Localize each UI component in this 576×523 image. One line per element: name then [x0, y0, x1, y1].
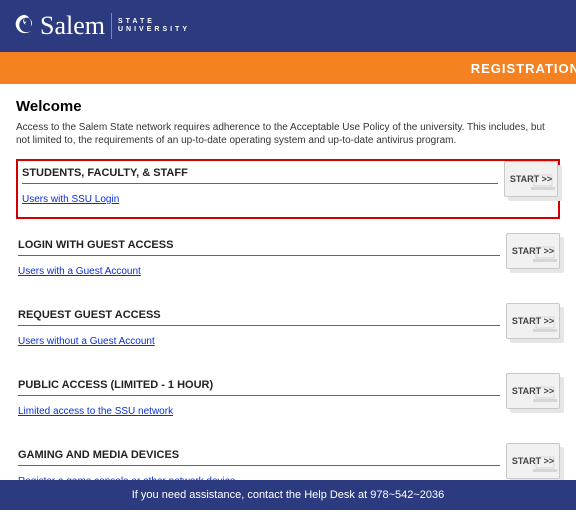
option-link-request-guest[interactable]: Users without a Guest Account — [18, 336, 155, 347]
start-button[interactable]: START >> — [506, 373, 560, 409]
laptop-icon — [533, 456, 557, 476]
start-button[interactable]: START >> — [504, 161, 558, 197]
option-students-faculty-staff: STUDENTS, FACULTY, & STAFF Users with SS… — [16, 159, 560, 219]
site-header: Salem STATE UNIVERSITY — [0, 0, 576, 52]
start-button[interactable]: START >> — [506, 303, 560, 339]
start-button[interactable]: START >> — [506, 233, 560, 269]
laptop-icon — [533, 316, 557, 336]
laptop-icon — [531, 174, 555, 194]
start-button[interactable]: START >> — [506, 443, 560, 479]
option-link-ssu-login[interactable]: Users with SSU Login — [22, 194, 119, 205]
option-link-guest-login[interactable]: Users with a Guest Account — [18, 266, 141, 277]
main-content: Welcome Access to the Salem State networ… — [0, 84, 576, 523]
option-title: REQUEST GUEST ACCESS — [18, 309, 500, 326]
option-title: LOGIN WITH GUEST ACCESS — [18, 239, 500, 256]
site-footer: If you need assistance, contact the Help… — [0, 480, 576, 510]
laptop-icon — [533, 386, 557, 406]
option-title: GAMING AND MEDIA DEVICES — [18, 449, 500, 466]
laptop-icon — [533, 246, 557, 266]
welcome-body: Access to the Salem State network requir… — [16, 121, 560, 147]
brand-name: Salem — [40, 11, 105, 41]
brand-logo: Salem STATE UNIVERSITY — [14, 11, 190, 41]
option-public-access: PUBLIC ACCESS (LIMITED - 1 HOUR) Limited… — [16, 373, 560, 429]
option-link-public-access[interactable]: Limited access to the SSU network — [18, 406, 173, 417]
footer-text: If you need assistance, contact the Help… — [132, 489, 445, 501]
brand-subtitle: STATE UNIVERSITY — [118, 18, 190, 34]
welcome-heading: Welcome — [16, 98, 560, 115]
option-request-guest: REQUEST GUEST ACCESS Users without a Gue… — [16, 303, 560, 359]
option-title: STUDENTS, FACULTY, & STAFF — [22, 167, 498, 184]
option-guest-login: LOGIN WITH GUEST ACCESS Users with a Gue… — [16, 233, 560, 289]
registration-banner: REGISTRATION — [0, 52, 576, 84]
option-title: PUBLIC ACCESS (LIMITED - 1 HOUR) — [18, 379, 500, 396]
logo-swirl-icon — [14, 13, 40, 40]
brand-divider — [111, 13, 112, 39]
banner-title: REGISTRATION — [471, 61, 576, 76]
